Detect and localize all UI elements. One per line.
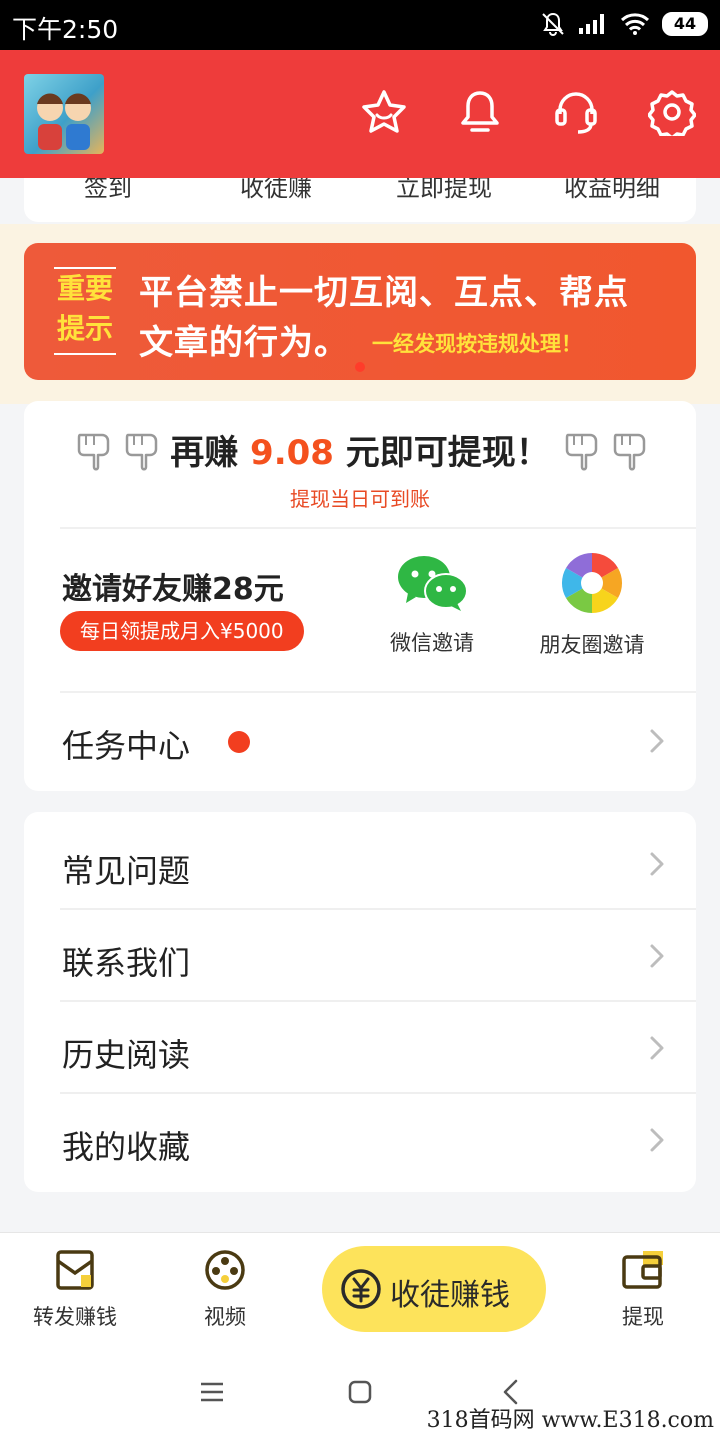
banner-tag-line1: 重要 xyxy=(56,272,113,305)
avatar-image xyxy=(37,93,91,150)
menu-item-history[interactable]: 历史阅读 xyxy=(60,1000,696,1092)
chevron-right-icon xyxy=(650,1128,664,1152)
chevron-right-icon xyxy=(650,852,664,876)
recruit-earn-button[interactable]: 收徒赚钱 xyxy=(322,1246,546,1332)
moments-invite-label: 朋友圈邀请 xyxy=(539,633,645,657)
yen-coin-icon xyxy=(341,1269,381,1309)
invite-badge: 每日领提成月入¥5000 xyxy=(60,611,304,651)
banner-line2: 文章的行为。 xyxy=(139,323,349,363)
wifi-icon xyxy=(620,13,650,35)
divider xyxy=(60,691,696,693)
battery-indicator: 44 xyxy=(662,12,708,36)
earn-subtext: 提现当日可到账 xyxy=(290,487,430,511)
tab-video[interactable]: 视频 xyxy=(180,1249,270,1331)
tab-share-earn[interactable]: 转发赚钱 xyxy=(20,1249,130,1331)
tab-withdraw[interactable]: 提现 xyxy=(598,1249,688,1331)
wallet-icon xyxy=(622,1251,663,1289)
status-icons: 44 xyxy=(540,11,708,37)
menu-item-contact[interactable]: 联系我们 xyxy=(60,908,696,1000)
menu-item-label: 历史阅读 xyxy=(62,1036,191,1074)
signal-icon xyxy=(579,14,604,34)
tab-label: 视频 xyxy=(204,1305,246,1329)
film-reel-icon xyxy=(205,1250,245,1290)
menu-icon[interactable] xyxy=(198,1378,226,1406)
carousel-indicator xyxy=(355,362,365,372)
earn-headline: 再赚 9.08 元即可提现！ xyxy=(24,425,696,474)
earn-card: 再赚 9.08 元即可提现！ 提现当日可到账 邀请好友赚28元 每日领提成月入¥… xyxy=(24,401,696,791)
mute-icon xyxy=(542,12,564,36)
envelope-icon xyxy=(56,1250,94,1290)
bottom-tab-bar: 转发赚钱 视频 收徒赚钱 提现 xyxy=(0,1232,720,1344)
app-header xyxy=(0,50,720,178)
notice-banner[interactable]: 重要 提示 平台禁止一切互阅、互点、帮点 文章的行为。 一经发现按违规处理！ xyxy=(24,243,696,380)
status-bar: 下午2:50 44 xyxy=(0,0,720,50)
system-nav-bar: 318首码网 www.E318.com xyxy=(0,1344,720,1440)
moments-icon xyxy=(561,553,623,613)
chevron-right-icon xyxy=(650,1036,664,1060)
status-time: 下午2:50 xyxy=(12,15,119,44)
banner-tag: 重要 提示 xyxy=(54,267,116,355)
banner-line1: 平台禁止一切互阅、互点、帮点 xyxy=(139,273,629,313)
tab-label: 提现 xyxy=(622,1305,664,1329)
menu-item-favorites[interactable]: 我的收藏 xyxy=(60,1092,696,1184)
settings-icon[interactable] xyxy=(648,88,696,136)
earn-prefix: 再赚 xyxy=(170,433,239,473)
avatar[interactable] xyxy=(24,74,104,154)
tab-label: 转发赚钱 xyxy=(33,1305,117,1329)
home-icon[interactable] xyxy=(346,1378,374,1406)
menu-item-label: 联系我们 xyxy=(62,944,191,982)
menu-item-faq[interactable]: 常见问题 xyxy=(60,816,696,908)
bell-icon[interactable] xyxy=(456,88,504,136)
recruit-earn-label: 收徒赚钱 xyxy=(390,1278,510,1313)
earn-amount: 9.08 xyxy=(250,433,334,473)
menu-item-label: 我的收藏 xyxy=(62,1128,191,1166)
task-center-label: 任务中心 xyxy=(62,727,191,765)
menu-card: 常见问题 联系我们 历史阅读 我的收藏 xyxy=(24,812,696,1192)
wechat-invite-label: 微信邀请 xyxy=(390,631,474,655)
divider xyxy=(60,527,696,529)
menu-item-label: 常见问题 xyxy=(62,852,191,890)
watermark: 318首码网 www.E318.com xyxy=(426,1408,714,1433)
invite-title: 邀请好友赚28元 xyxy=(62,572,284,607)
earn-suffix: 元即可提现！ xyxy=(345,433,550,473)
wechat-invite-button[interactable]: 微信邀请 xyxy=(384,553,480,657)
wechat-icon xyxy=(398,556,468,611)
chevron-right-icon xyxy=(650,729,664,753)
headset-icon[interactable] xyxy=(552,88,600,136)
notification-dot xyxy=(228,731,250,753)
banner-tag-line2: 提示 xyxy=(56,312,113,345)
chevron-right-icon xyxy=(650,944,664,968)
star-icon[interactable] xyxy=(360,88,408,136)
banner-line3: 一经发现按违规处理！ xyxy=(372,332,582,356)
moments-invite-button[interactable]: 朋友圈邀请 xyxy=(532,551,652,659)
